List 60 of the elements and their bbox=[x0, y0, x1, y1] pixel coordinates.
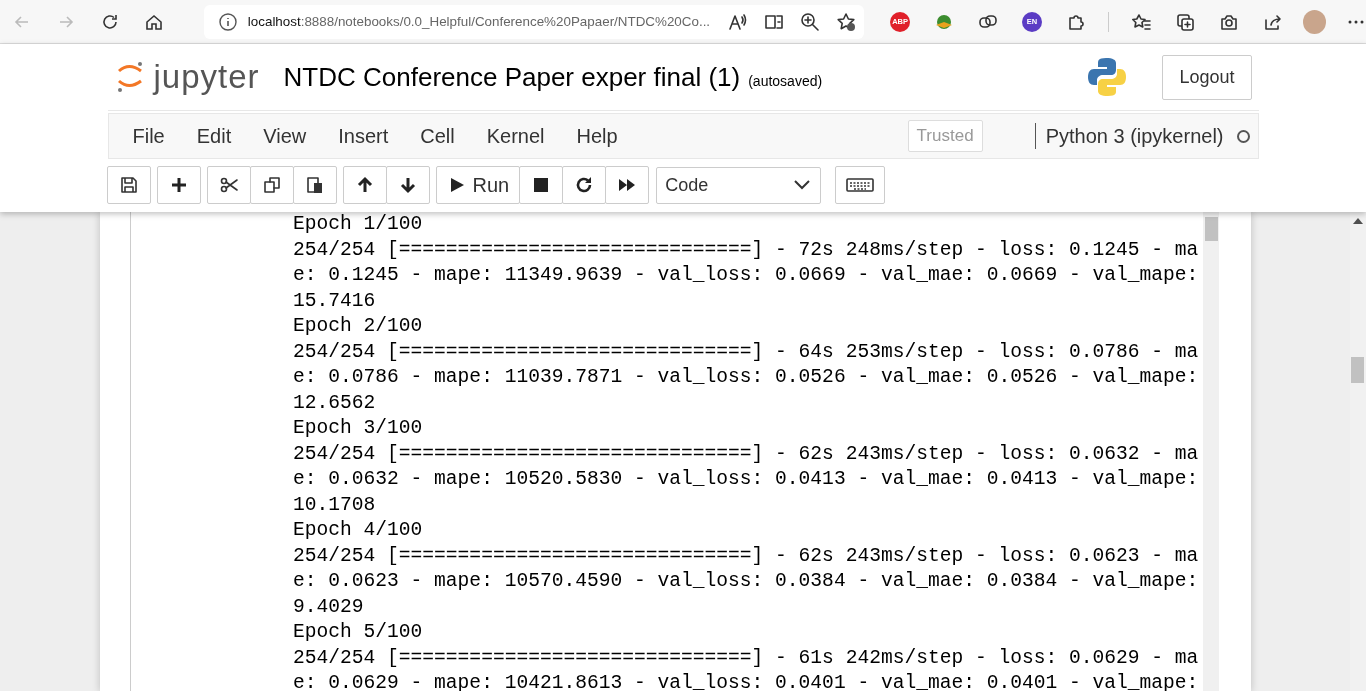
output-line: 254/254 [==============================] - 62s 243ms/step - loss: 0.0632 - ma bbox=[293, 441, 1200, 467]
save-button[interactable] bbox=[106, 166, 151, 204]
output-line: Epoch 2/100 bbox=[293, 314, 424, 339]
output-line: 12.6562 bbox=[293, 390, 377, 416]
kernel-name[interactable]: Python 3 (ipykernel) bbox=[1045, 124, 1224, 148]
move-down-button[interactable] bbox=[385, 166, 430, 204]
keyboard-button[interactable] bbox=[835, 166, 886, 204]
menu-item[interactable]: Kernel bbox=[472, 124, 563, 148]
output-line: Epoch 3/100 bbox=[293, 416, 424, 441]
python-logo-icon bbox=[1086, 56, 1129, 98]
cell-type-select[interactable]: Code bbox=[656, 166, 822, 204]
output-line: 254/254 [==============================] - 61s 242ms/step - loss: 0.0629 - ma bbox=[293, 645, 1200, 671]
output-line: Epoch 1/100 bbox=[293, 212, 424, 237]
jupyter-wordmark[interactable]: jupyter bbox=[153, 58, 260, 96]
output-line: 9.4029 bbox=[293, 594, 365, 620]
output-line: 254/254 [==============================] - 72s 248ms/step - loss: 0.1245 - ma bbox=[293, 237, 1200, 263]
copy-button[interactable] bbox=[249, 166, 294, 204]
scissors-icon bbox=[218, 175, 239, 195]
scroll-up-icon[interactable] bbox=[1353, 218, 1363, 224]
menu-item[interactable]: Help bbox=[562, 124, 636, 148]
url-text: localhost:8888/notebooks/0.0_Helpful/Conference%20Papaer/NTDC%20Co... bbox=[247, 14, 711, 29]
scrollbar-thumb[interactable] bbox=[1351, 357, 1364, 383]
copy-icon bbox=[261, 175, 282, 195]
cut-button[interactable] bbox=[206, 166, 251, 204]
output-line: e: 0.0786 - mape: 11039.7871 - val_loss: 0.0526 - val_mae: 0.0526 - val_mape: bbox=[293, 365, 1200, 390]
menu-item[interactable]: Cell bbox=[406, 124, 473, 148]
restart-button[interactable] bbox=[562, 166, 607, 204]
menu-item[interactable]: View bbox=[249, 124, 325, 148]
save-icon bbox=[118, 175, 139, 195]
run-button[interactable]: Run bbox=[435, 166, 521, 204]
menu-item[interactable]: File bbox=[118, 124, 183, 148]
menu-item[interactable]: Insert bbox=[324, 124, 407, 148]
zoom-icon[interactable] bbox=[800, 11, 821, 32]
output-line: 254/254 [==============================] - 64s 253ms/step - loss: 0.0786 - ma bbox=[293, 339, 1200, 365]
output-line: Epoch 5/100 bbox=[293, 620, 424, 645]
output-line: e: 0.1245 - mape: 11349.9639 - val_loss: 0.0669 - val_mae: 0.0669 - val_mape: bbox=[293, 263, 1200, 288]
move-up-button[interactable] bbox=[342, 166, 387, 204]
favorites-icon[interactable] bbox=[1131, 11, 1152, 32]
output-line: 15.7416 bbox=[293, 288, 377, 314]
autosave-status: (autosaved) bbox=[748, 73, 823, 89]
menu-item[interactable]: Edit bbox=[182, 124, 250, 148]
favorite-icon[interactable] bbox=[836, 11, 857, 32]
output-line: 254/254 [==============================] - 62s 243ms/step - loss: 0.0623 - ma bbox=[293, 543, 1200, 569]
address-bar[interactable]: localhost:8888/notebooks/0.0_Helpful/Conference%20Papaer/NTDC%20Co... bbox=[203, 4, 865, 39]
fast-forward-button[interactable] bbox=[605, 166, 650, 204]
notebook-title[interactable]: NTDC Conference Paper exper final (1) bbox=[283, 61, 741, 93]
output-line: 10.1708 bbox=[293, 492, 377, 518]
logout-button[interactable]: Logout bbox=[1162, 54, 1252, 100]
paste-button[interactable] bbox=[292, 166, 337, 204]
output-line: Epoch 4/100 bbox=[293, 518, 424, 543]
stop-button[interactable] bbox=[519, 166, 564, 204]
info-icon bbox=[217, 11, 238, 32]
read-aloud-icon[interactable] bbox=[728, 11, 749, 32]
collections-icon[interactable] bbox=[1175, 11, 1196, 32]
scrollbar-thumb[interactable] bbox=[1205, 217, 1218, 241]
output-line: e: 0.0623 - mape: 10570.4590 - val_loss: 0.0384 - val_mae: 0.0384 - val_mape: bbox=[293, 569, 1200, 594]
output-line: e: 0.0632 - mape: 10520.5830 - val_loss: 0.0413 - val_mae: 0.0413 - val_mape: bbox=[293, 467, 1200, 492]
add-cell-button[interactable] bbox=[156, 166, 201, 204]
keyboard-icon bbox=[846, 175, 875, 195]
paste-icon bbox=[304, 175, 325, 195]
